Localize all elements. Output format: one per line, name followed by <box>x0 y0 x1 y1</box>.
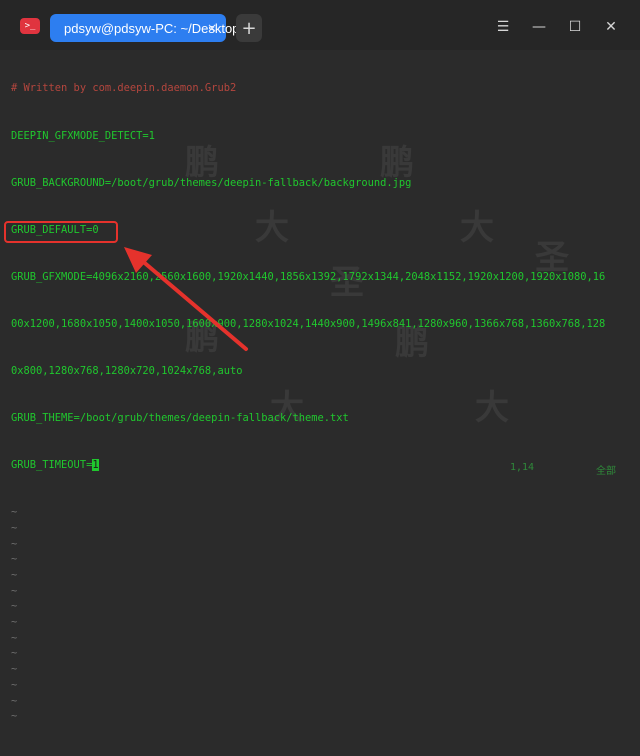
tab-terminal[interactable]: pdsyw@pdsyw-PC: ~/Desktop × <box>50 14 239 42</box>
tilde-line: ~ <box>11 663 18 676</box>
tilde-line: ~ <box>11 584 18 597</box>
tilde-line: ~ <box>11 569 18 581</box>
tilde-line: ~ <box>11 616 18 629</box>
tilde-line: ~ <box>11 647 18 660</box>
timeout-key: GRUB_TIMEOUT= <box>11 459 93 472</box>
tilde-line: ~ <box>11 521 18 534</box>
text-line: GRUB_THEME=/boot/grub/themes/deepin-fall… <box>11 412 349 425</box>
timeout-line: GRUB_TIMEOUT=1 <box>11 458 636 474</box>
tab-close-icon[interactable]: × <box>206 22 218 34</box>
status-scroll: 全部 <box>596 466 616 477</box>
terminal-app-icon: >_ <box>20 18 40 34</box>
text-line: 0x800,1280x768,1280x720,1024x768,auto <box>11 364 243 377</box>
tilde-line: ~ <box>11 631 18 644</box>
tilde-line: ~ <box>11 553 18 566</box>
annotation-arrow-icon <box>124 247 248 351</box>
text-line: GRUB_BACKGROUND=/boot/grub/themes/deepin… <box>11 176 412 189</box>
status-position: 1,14 <box>510 462 535 473</box>
terminal-area[interactable]: 鹏 鹏 大 大 圣 圣 鹏 鹏 大 大 # Written by com.dee… <box>0 50 640 722</box>
text-line: 00x1200,1680x1050,1400x1050,1600x900,128… <box>11 317 606 330</box>
tilde-line: ~ <box>11 506 18 519</box>
tilde-line: ~ <box>11 537 18 550</box>
comment-line: # Written by com.deepin.daemon.Grub2 <box>11 82 237 95</box>
editor-text: # Written by com.deepin.daemon.Grub2 DEE… <box>11 50 636 756</box>
maximize-button[interactable]: ☐ <box>564 16 586 38</box>
annotation-highlight-box <box>4 221 118 243</box>
text-line: DEEPIN_GFXMODE_DETECT=1 <box>11 129 155 142</box>
tilde-line: ~ <box>11 678 18 691</box>
close-button[interactable]: ✕ <box>600 16 622 38</box>
text-line: GRUB_GFXMODE=4096x2160,2560x1600,1920x14… <box>11 270 606 283</box>
new-tab-button[interactable]: + <box>236 14 262 42</box>
empty-lines: ~ ~ ~ ~ ~ ~ ~ ~ ~ ~ ~ ~ ~ ~ <box>11 505 636 725</box>
title-bar: >_ pdsyw@pdsyw-PC: ~/Desktop × + ☰ — ☐ ✕ <box>0 0 640 51</box>
terminal-icon-glyph: >_ <box>24 20 36 31</box>
tilde-line: ~ <box>11 694 18 707</box>
menu-icon[interactable]: ☰ <box>492 16 514 38</box>
cursor: 1 <box>92 459 99 472</box>
minimize-button[interactable]: — <box>528 16 550 38</box>
tilde-line: ~ <box>11 710 18 723</box>
tilde-line: ~ <box>11 600 18 613</box>
